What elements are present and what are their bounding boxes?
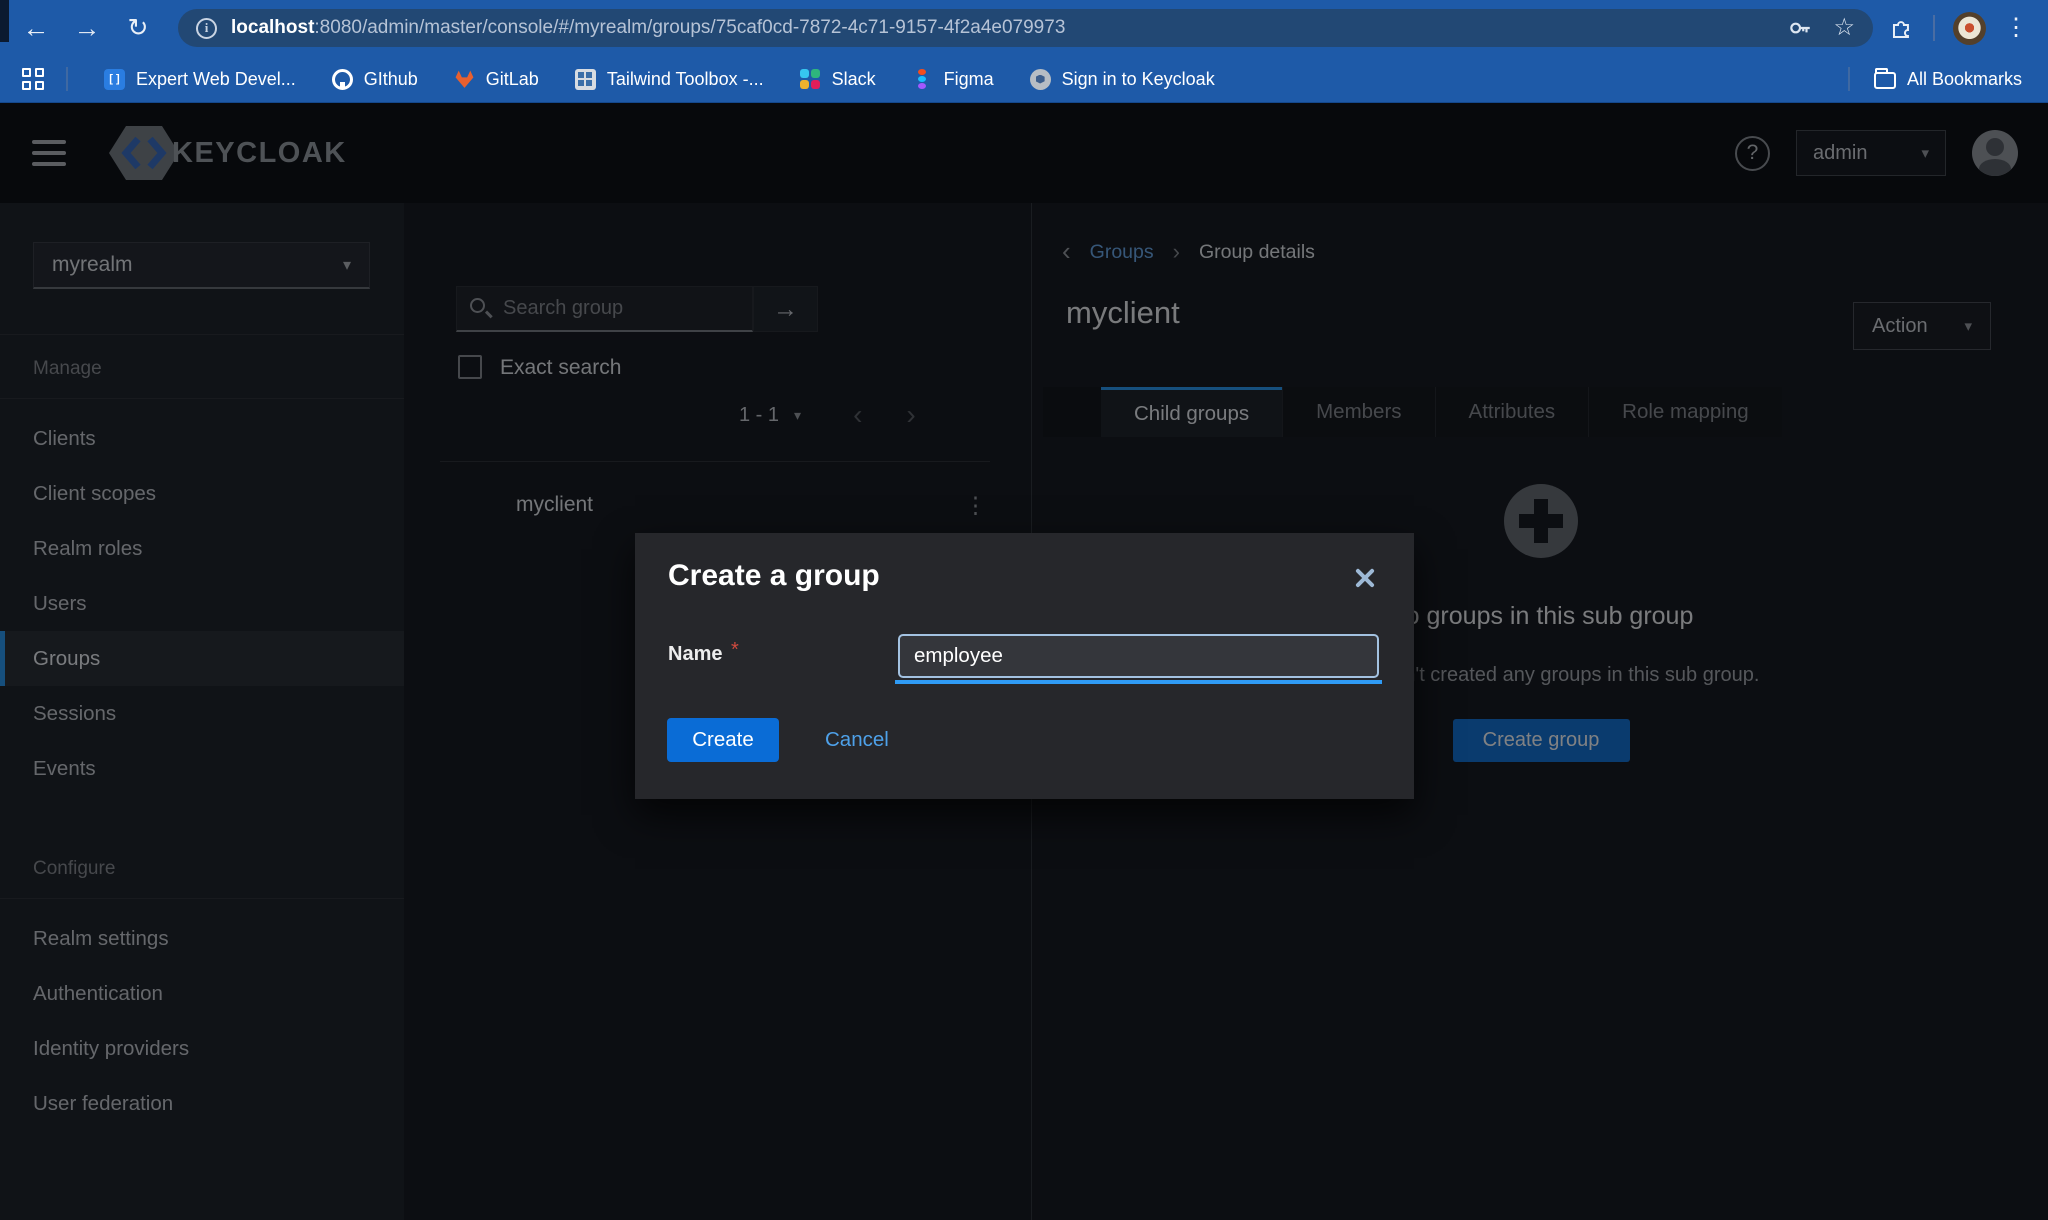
address-bar[interactable]: i localhost:8080/admin/master/console/#/…	[178, 9, 1873, 47]
browser-menu-icon[interactable]: ⋮	[2004, 16, 2028, 40]
bookmark-label: Tailwind Toolbox -...	[607, 69, 764, 90]
window-edge	[0, 0, 9, 42]
bookmark-expert-web[interactable]: [ ] Expert Web Devel...	[104, 69, 296, 90]
modal-title: Create a group	[668, 559, 880, 593]
keycloak-app: KEYCLOAK ? admin ▾ myrealm ▾ Manage Clie…	[0, 103, 2048, 1220]
bookmark-label: GIthub	[364, 69, 418, 90]
required-asterisk: *	[731, 639, 739, 662]
tailwind-toolbox-favicon	[575, 69, 596, 90]
url-path: :8080/admin/master/console/#/myrealm/gro…	[314, 17, 1065, 38]
toolbar-separator	[1933, 15, 1935, 41]
slack-favicon	[800, 69, 821, 90]
github-favicon	[332, 69, 353, 90]
bookmark-star-icon[interactable]: ☆	[1833, 16, 1855, 40]
all-bookmarks-button[interactable]: All Bookmarks	[1874, 69, 2022, 90]
modal-cancel-button[interactable]: Cancel	[825, 728, 889, 752]
figma-favicon	[912, 69, 933, 90]
browser-profile-avatar[interactable]	[1953, 12, 1986, 45]
bookmark-keycloak[interactable]: Sign in to Keycloak	[1030, 69, 1215, 90]
all-bookmarks-label: All Bookmarks	[1907, 69, 2022, 90]
gitlab-favicon	[454, 69, 475, 90]
bookmark-github[interactable]: GIthub	[332, 69, 418, 90]
bookmarks-separator	[66, 67, 68, 91]
bookmark-tailwind-toolbox[interactable]: Tailwind Toolbox -...	[575, 69, 764, 90]
password-key-icon[interactable]	[1787, 15, 1813, 41]
url-host: localhost	[231, 17, 314, 38]
reload-button[interactable]: ↻	[120, 16, 156, 41]
site-info-icon[interactable]: i	[196, 18, 217, 39]
screen: ← → ↻ i localhost:8080/admin/master/cons…	[0, 0, 2048, 1220]
create-group-modal: Create a group Name * Create Cancel	[635, 533, 1414, 799]
apps-grid-icon[interactable]	[22, 68, 44, 90]
group-name-input[interactable]	[898, 634, 1379, 678]
close-icon[interactable]	[1352, 565, 1378, 591]
modal-create-button[interactable]: Create	[667, 718, 779, 762]
bookmark-gitlab[interactable]: GitLab	[454, 69, 539, 90]
bookmark-label: Figma	[944, 69, 994, 90]
bookmark-label: Expert Web Devel...	[136, 69, 296, 90]
code-favicon: [ ]	[104, 69, 125, 90]
url-text: localhost:8080/admin/master/console/#/my…	[231, 17, 1775, 39]
bookmark-label: GitLab	[486, 69, 539, 90]
bookmark-slack[interactable]: Slack	[800, 69, 876, 90]
keycloak-favicon	[1030, 69, 1051, 90]
bookmarks-bar: [ ] Expert Web Devel... GIthub GitLab Ta…	[0, 56, 2048, 103]
bookmarks-separator	[1848, 67, 1850, 91]
bookmark-figma[interactable]: Figma	[912, 69, 994, 90]
bookmark-label: Sign in to Keycloak	[1062, 69, 1215, 90]
extensions-icon[interactable]	[1889, 15, 1915, 41]
browser-toolbar: ← → ↻ i localhost:8080/admin/master/cons…	[0, 0, 2048, 56]
forward-button[interactable]: →	[69, 15, 105, 42]
input-focus-underline	[895, 680, 1382, 684]
back-button[interactable]: ←	[18, 15, 54, 42]
folder-icon	[1874, 72, 1896, 89]
bookmark-label: Slack	[832, 69, 876, 90]
name-field	[898, 634, 1379, 678]
name-field-label: Name	[668, 643, 722, 666]
